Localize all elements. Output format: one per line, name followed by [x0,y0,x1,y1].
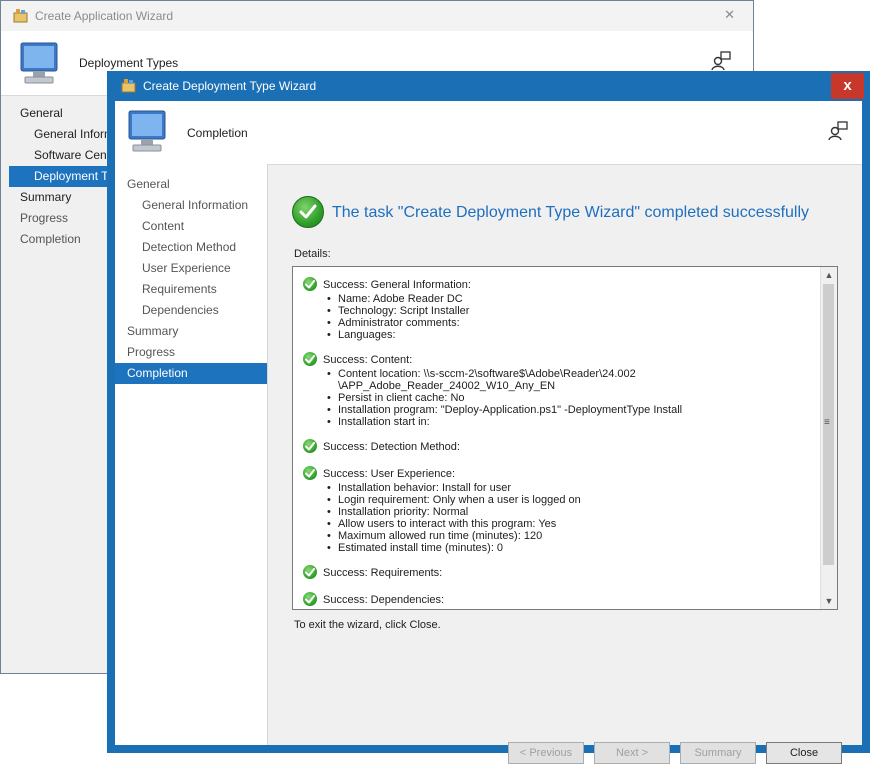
details-section-title: Success: General Information: [323,279,471,291]
scroll-grip-icon: ≡ [824,417,830,428]
details-scrollbar[interactable]: ▲ ≡ ▼ [820,267,837,609]
parent-nav: General General Information Software Cen… [9,103,109,250]
details-section-heading: Success: Dependencies: [303,592,818,608]
deployment-type-wizard-window: Create Deployment Type Wizard x Completi… [107,71,870,764]
next-button: Next > [594,742,670,764]
details-item: Persist in client cache: No [327,392,818,404]
details-section: Success: Dependencies: [303,592,818,608]
nav-progress: Progress [127,345,176,359]
details-section-title: Success: User Experience: [323,468,456,480]
computer-icon [123,109,171,158]
details-section-title: Success: Detection Method: [323,441,460,453]
computer-icon [15,41,63,90]
details-section: Success: User Experience: Installation be… [303,466,818,554]
details-item: Allow users to interact with this progra… [327,518,818,530]
app-wizard-icon [13,8,29,27]
nav-general-information: General Information [142,198,249,212]
close-button[interactable]: Close [766,742,842,764]
success-check-icon [292,196,324,228]
close-icon[interactable]: ✕ [724,7,735,23]
success-check-icon [303,466,317,480]
details-item: Technology: Script Installer [327,305,818,317]
details-section-title: Success: Dependencies: [323,594,445,606]
completion-page: The task "Create Deployment Type Wizard"… [268,164,862,764]
details-section-heading: Success: Content: [303,352,818,368]
nav-summary: Summary [127,324,179,338]
parent-header-title: Deployment Types [79,56,179,70]
details-item: Installation start in: [327,416,818,428]
details-item: Maximum allowed run time (minutes): 120 [327,530,818,542]
nav-completion[interactable]: Completion [115,363,267,384]
details-section-heading: Success: User Experience: [303,466,818,482]
nav-user-experience: User Experience [142,261,231,275]
nav-requirements: Requirements [142,282,217,296]
success-check-icon [303,277,317,291]
wizard-header-title: Completion [187,126,248,140]
help-user-icon[interactable] [828,121,848,144]
details-section-title: Success: Content: [323,354,413,366]
parent-nav-deployment-types[interactable]: Deployment Types [9,166,109,187]
scroll-up-icon[interactable]: ▲ [821,267,837,283]
details-item: Administrator comments: [327,317,818,329]
details-section-heading: Success: Detection Method: [303,439,818,455]
close-icon: x [843,77,852,94]
details-section: Success: Content: Content location: \\s-s… [303,352,818,428]
nav-dependencies: Dependencies [142,303,219,317]
success-check-icon [303,439,317,453]
parent-nav-general[interactable]: General [9,103,109,124]
parent-nav-completion: Completion [20,232,81,246]
nav-detection-method: Detection Method [142,240,237,254]
parent-window-title: Create Application Wizard [35,9,174,23]
details-item: Login requirement: Only when a user is l… [327,494,818,506]
parent-nav-software-center[interactable]: Software Center [9,145,109,166]
parent-nav-general-information[interactable]: General Information [9,124,109,145]
details-item: Estimated install time (minutes): 0 [327,542,818,554]
details-item: Languages: [327,329,818,341]
previous-button: < Previous [508,742,584,764]
details-section-title: Success: Requirements: [323,567,443,579]
details-section: Success: General Information: Name: Adobe… [303,277,818,341]
details-section: Success: Requirements: [303,565,818,581]
wizard-window-title: Create Deployment Type Wizard [143,79,317,93]
app-wizard-icon [121,78,137,97]
wizard-header: Completion [115,101,862,165]
nav-general: General [127,177,170,191]
wizard-nav: General General Information Content Dete… [115,164,268,745]
details-item: Content location: \\s-sccm-2\software$\A… [327,368,818,392]
wizard-title-bar[interactable]: Create Deployment Type Wizard x [107,71,870,101]
parent-nav-summary[interactable]: Summary [9,187,109,208]
exit-hint: To exit the wizard, click Close. [294,619,441,631]
wizard-body: Completion General General Information C… [115,101,862,764]
details-item: Installation behavior: Install for user [327,482,818,494]
success-check-icon [303,565,317,579]
completion-message: The task "Create Deployment Type Wizard"… [332,204,810,221]
details-section-heading: Success: Requirements: [303,565,818,581]
details-label: Details: [294,248,331,260]
summary-button: Summary [680,742,756,764]
details-content: Success: General Information: Name: Adobe… [303,277,818,608]
details-item: Name: Adobe Reader DC [327,293,818,305]
parent-nav-progress: Progress [20,211,69,225]
parent-title-bar[interactable]: Create Application Wizard ✕ [1,1,753,31]
details-item: Installation program: "Deploy-Applicatio… [327,404,818,416]
details-section: Success: Detection Method: [303,439,818,455]
scroll-down-icon[interactable]: ▼ [821,593,837,609]
details-section-heading: Success: General Information: [303,277,818,293]
success-check-icon [303,592,317,606]
success-check-icon [303,352,317,366]
details-item: Installation priority: Normal [327,506,818,518]
close-window-button[interactable]: x [831,73,864,99]
nav-content: Content [142,219,185,233]
details-textbox[interactable]: Success: General Information: Name: Adobe… [292,266,838,610]
